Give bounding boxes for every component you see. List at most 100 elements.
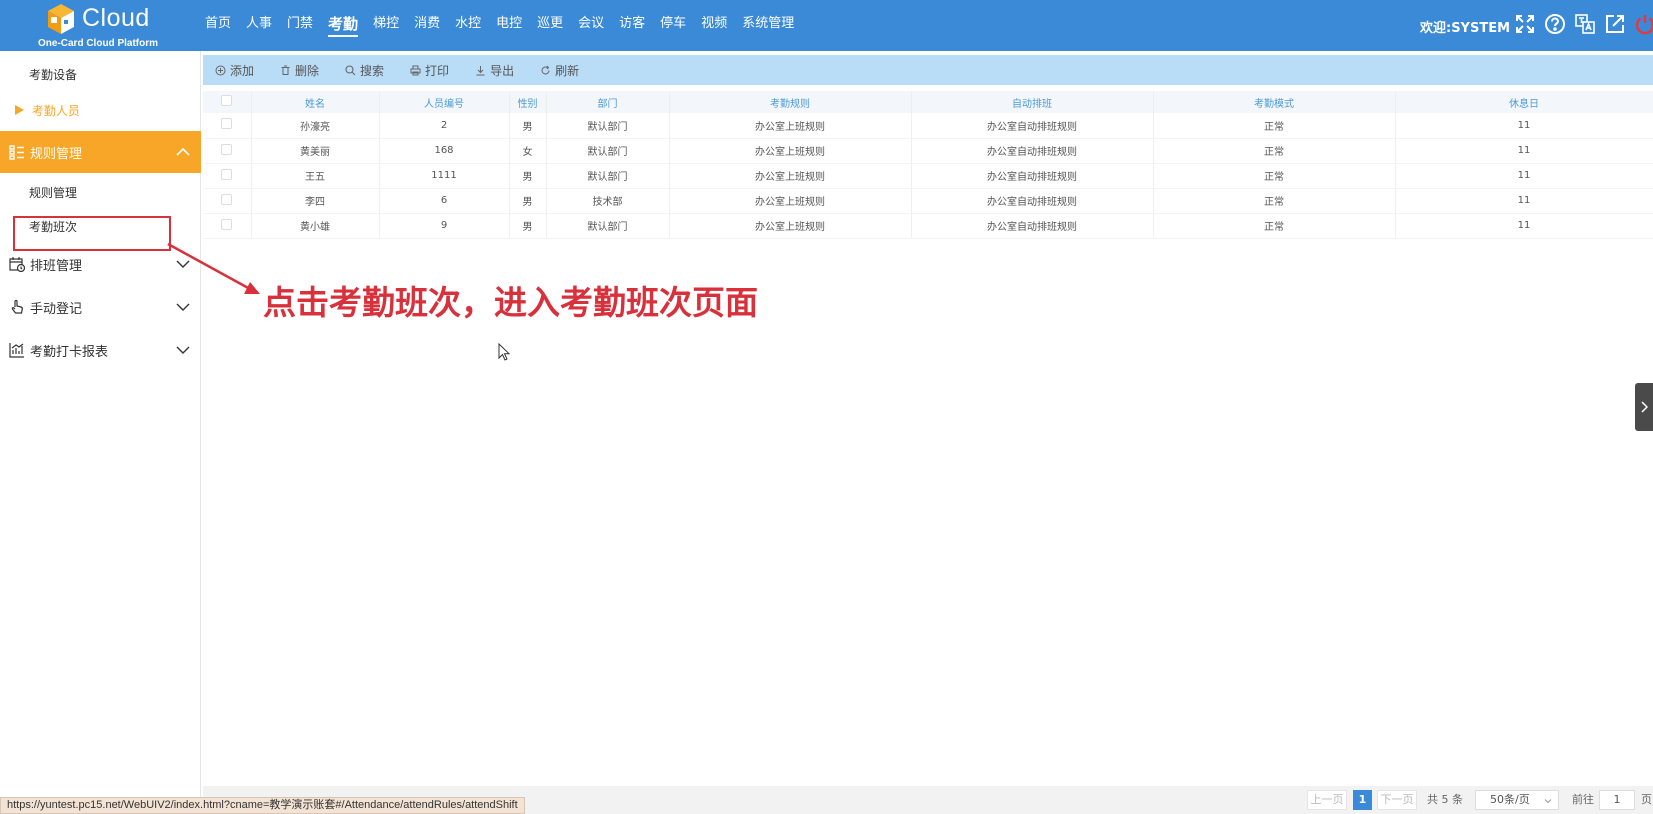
goto-label: 前往 — [1572, 793, 1594, 806]
export-button-label: 导出 — [490, 63, 515, 78]
trash-icon — [281, 65, 290, 75]
table-cell: 默认部门 — [546, 113, 670, 139]
nav-elevator[interactable]: 梯控 — [373, 0, 399, 51]
table-cell: 11 — [1395, 213, 1653, 239]
side-panel-toggle[interactable] — [1635, 383, 1653, 431]
table-cell: 办公室上班规则 — [669, 188, 912, 214]
table-cell: 办公室上班规则 — [669, 163, 912, 189]
nav-power-control[interactable]: 电控 — [496, 0, 522, 51]
table-cell: 办公室自动排班规则 — [911, 188, 1154, 214]
table-cell: 办公室自动排班规则 — [911, 138, 1154, 164]
page-size-select[interactable]: 50条/页 — [1475, 790, 1559, 810]
nav-visitor[interactable]: 访客 — [619, 0, 645, 51]
status-url: https://yuntest.pc15.net/WebUIV2/index.h… — [0, 797, 525, 814]
table-row[interactable]: 王五 1111 男 默认部门 办公室上班规则 办公室自动排班规则 正常 11 — [203, 163, 1653, 189]
table-cell: 6 — [379, 188, 510, 214]
refresh-button-label: 刷新 — [555, 63, 580, 78]
column-header[interactable]: 休息日 — [1395, 91, 1653, 113]
column-header[interactable]: 考勤规则 — [669, 91, 912, 113]
table-row[interactable]: 黄美丽 168 女 默认部门 办公室上班规则 办公室自动排班规则 正常 11 — [203, 138, 1653, 164]
page-size-value: 50条/页 — [1490, 793, 1530, 806]
nav-consumption[interactable]: 消费 — [414, 0, 440, 51]
table-cell: 技术部 — [546, 188, 670, 214]
nav-meeting[interactable]: 会议 — [578, 0, 604, 51]
column-header[interactable]: 性别 — [509, 91, 547, 113]
refresh-button[interactable]: 刷新 — [540, 62, 579, 79]
table-cell: 孙濠亮 — [251, 113, 380, 139]
table-cell: 办公室自动排班规则 — [911, 113, 1154, 139]
table-cell: 9 — [379, 213, 510, 239]
search-icon — [345, 64, 356, 75]
table-cell: 办公室上班规则 — [669, 138, 912, 164]
nav-patrol[interactable]: 巡更 — [537, 0, 563, 51]
search-button[interactable]: 搜索 — [345, 62, 384, 79]
header-icon-group — [1512, 11, 1653, 37]
table-cell: 1111 — [379, 163, 510, 189]
table-cell: 11 — [1395, 163, 1653, 189]
current-page[interactable]: 1 — [1353, 790, 1372, 810]
chevron-down-icon — [176, 346, 190, 354]
nav-attendance[interactable]: 考勤 — [328, 0, 359, 51]
table-cell: 黄小雄 — [251, 213, 380, 239]
nav-water-control[interactable]: 水控 — [455, 0, 481, 51]
nav-system-management[interactable]: 系统管理 — [742, 0, 794, 51]
table-cell: 男 — [509, 113, 547, 139]
table-cell: 王五 — [251, 163, 380, 189]
table-cell: 默认部门 — [546, 138, 670, 164]
next-page-button[interactable]: 下一页 — [1377, 790, 1417, 810]
column-header[interactable]: 部门 — [546, 91, 670, 113]
print-button-label: 打印 — [425, 63, 450, 78]
refresh-icon — [541, 65, 550, 74]
nav-access-control[interactable]: 门禁 — [287, 0, 313, 51]
table-cell: 办公室自动排班规则 — [911, 213, 1154, 239]
column-header[interactable]: 自动排班 — [911, 91, 1154, 113]
table-cell: 黄美丽 — [251, 138, 380, 164]
personnel-table: 姓名 人员编号 性别 部门 考勤规则 自动排班 考勤模式 休息日 孙濠亮 2 男… — [203, 91, 1653, 239]
search-button-label: 搜索 — [360, 63, 385, 78]
table-cell: 2 — [379, 113, 510, 139]
column-header[interactable]: 人员编号 — [379, 91, 510, 113]
print-button[interactable]: 打印 — [410, 62, 449, 79]
export-button[interactable]: 导出 — [475, 62, 514, 79]
table-cell: 正常 — [1153, 213, 1396, 239]
nav-video[interactable]: 视频 — [701, 0, 727, 51]
annotation-text: 点击考勤班次，进入考勤班次页面 — [263, 283, 758, 322]
sidebar-group-attendance-report[interactable]: 考勤打卡报表 — [0, 330, 201, 370]
language-icon[interactable] — [1572, 11, 1598, 37]
delete-button-label: 删除 — [295, 63, 320, 78]
page-suffix: 页 — [1641, 793, 1652, 806]
top-navigation: 首页 人事 门禁 考勤 梯控 消费 水控 电控 巡更 会议 访客 停车 视频 系… — [205, 0, 809, 51]
table-row[interactable]: 孙濠亮 2 男 默认部门 办公室上班规则 办公室自动排班规则 正常 11 — [203, 113, 1653, 139]
nav-parking[interactable]: 停车 — [660, 0, 686, 51]
goto-page-input[interactable]: 1 — [1599, 790, 1635, 810]
table-cell: 办公室上班规则 — [669, 113, 912, 139]
external-link-icon[interactable] — [1602, 11, 1628, 37]
table-cell: 默认部门 — [546, 163, 670, 189]
table-cell: 办公室上班规则 — [669, 213, 912, 239]
table-cell: 168 — [379, 138, 510, 164]
download-icon — [476, 65, 485, 75]
table-cell: 11 — [1395, 138, 1653, 164]
welcome-user: 欢迎:SYSTEM — [1420, 21, 1511, 36]
column-header[interactable]: 考勤模式 — [1153, 91, 1396, 113]
help-icon[interactable] — [1542, 11, 1568, 37]
table-cell: 正常 — [1153, 163, 1396, 189]
power-icon[interactable] — [1632, 11, 1653, 37]
mouse-cursor-icon — [498, 343, 510, 361]
sidebar-group-label: 考勤打卡报表 — [30, 344, 109, 360]
table-cell: 11 — [1395, 188, 1653, 214]
chart-icon — [9, 342, 25, 358]
table-row[interactable]: 黄小雄 9 男 默认部门 办公室上班规则 办公室自动排班规则 正常 11 — [203, 213, 1653, 239]
annotation-arrow-icon — [167, 242, 260, 294]
prev-page-button[interactable]: 上一页 — [1307, 790, 1347, 810]
table-row[interactable]: 李四 6 男 技术部 办公室上班规则 办公室自动排班规则 正常 11 — [203, 188, 1653, 214]
delete-button[interactable]: 删除 — [280, 62, 319, 79]
table-header-row: 姓名 人员编号 性别 部门 考勤规则 自动排班 考勤模式 休息日 — [203, 91, 1653, 113]
table-cell: 默认部门 — [546, 213, 670, 239]
toolbar: 添加 删除 搜索 打印 导出 刷新 — [203, 55, 1653, 85]
column-header[interactable]: 姓名 — [251, 91, 380, 113]
chevron-right-icon — [1641, 401, 1648, 413]
table-cell: 男 — [509, 213, 547, 239]
fullscreen-icon[interactable] — [1512, 11, 1538, 37]
table-cell: 办公室自动排班规则 — [911, 163, 1154, 189]
